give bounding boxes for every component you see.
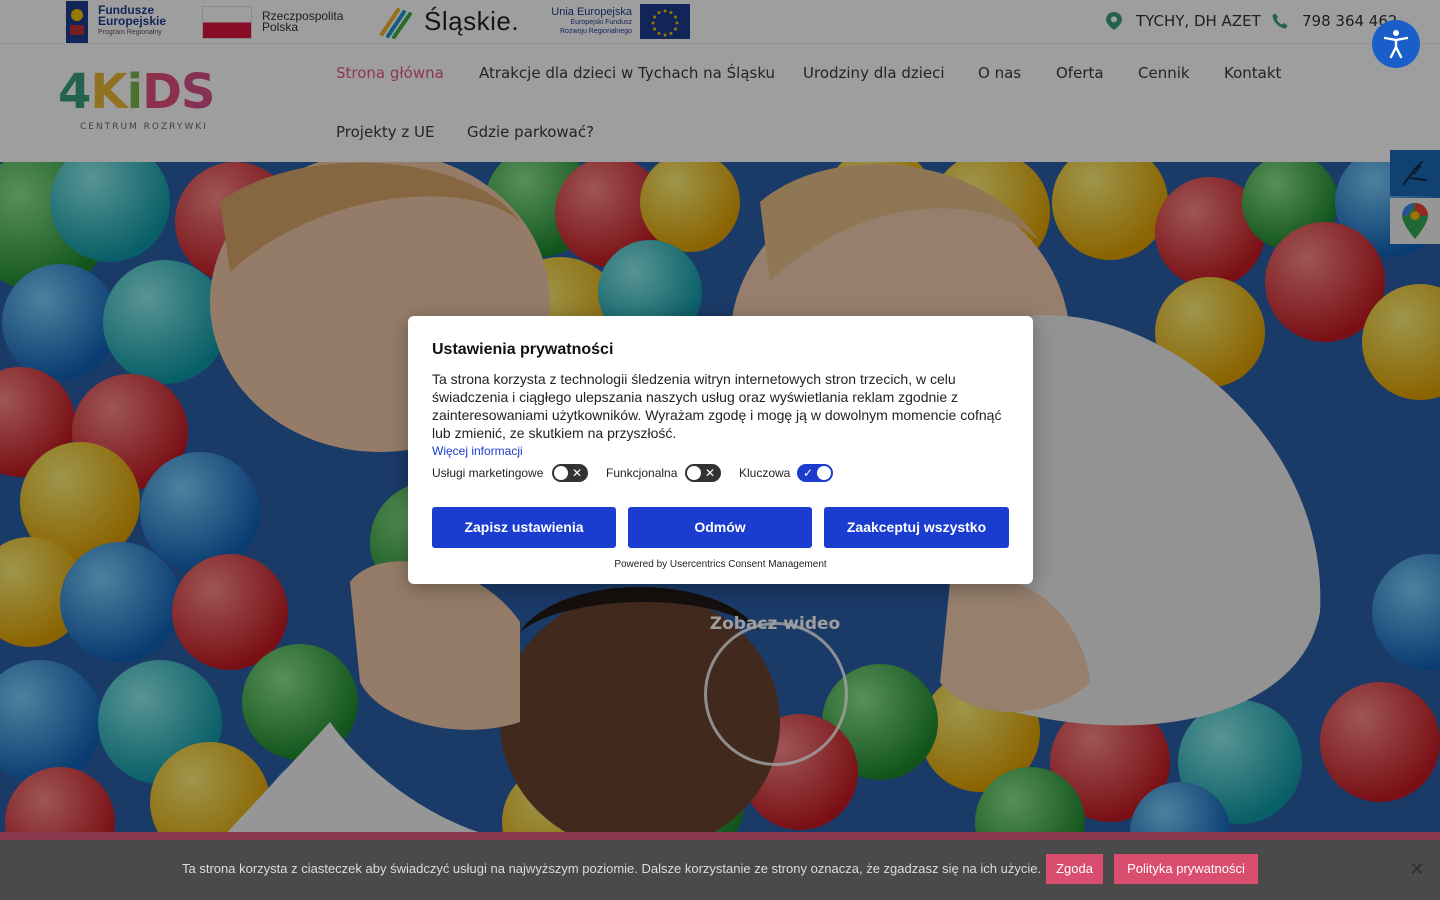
- toggle-essential[interactable]: ✓: [797, 464, 833, 482]
- privacy-settings-dialog: Ustawienia prywatności Ta strona korzyst…: [408, 316, 1033, 584]
- close-icon[interactable]: ✕: [1408, 860, 1426, 878]
- toggle-label-essential: Kluczowa: [739, 466, 791, 480]
- accept-all-button[interactable]: Zaakceptuj wszystko: [824, 507, 1009, 548]
- x-icon: ✕: [704, 466, 715, 480]
- privacy-dialog-title: Ustawienia prywatności: [432, 341, 614, 358]
- toggle-marketing[interactable]: ✕: [552, 464, 588, 482]
- cookie-notice-bar: Ta strona korzysta z ciasteczek aby świa…: [0, 840, 1440, 900]
- check-icon: ✓: [803, 466, 814, 480]
- more-info-link[interactable]: Więcej informacji: [432, 444, 523, 458]
- privacy-dialog-body: Ta strona korzysta z technologii śledzen…: [432, 371, 1002, 441]
- privacy-policy-button[interactable]: Polityka prywatności: [1114, 854, 1258, 884]
- cookie-notice-text: Ta strona korzysta z ciasteczek aby świa…: [182, 861, 1042, 876]
- powered-by-text: Powered by Usercentrics Consent Manageme…: [614, 559, 827, 570]
- toggle-label-marketing: Usługi marketingowe: [432, 466, 544, 480]
- accessibility-button[interactable]: [1372, 20, 1420, 68]
- x-icon: ✕: [571, 466, 582, 480]
- decline-button[interactable]: Odmów: [628, 507, 812, 548]
- cookie-accept-button[interactable]: Zgoda: [1046, 854, 1103, 884]
- toggle-functional[interactable]: ✕: [685, 464, 721, 482]
- accessibility-icon: [1383, 30, 1409, 59]
- toggle-label-functional: Funkcjonalna: [606, 466, 678, 480]
- save-settings-button[interactable]: Zapisz ustawienia: [432, 507, 616, 548]
